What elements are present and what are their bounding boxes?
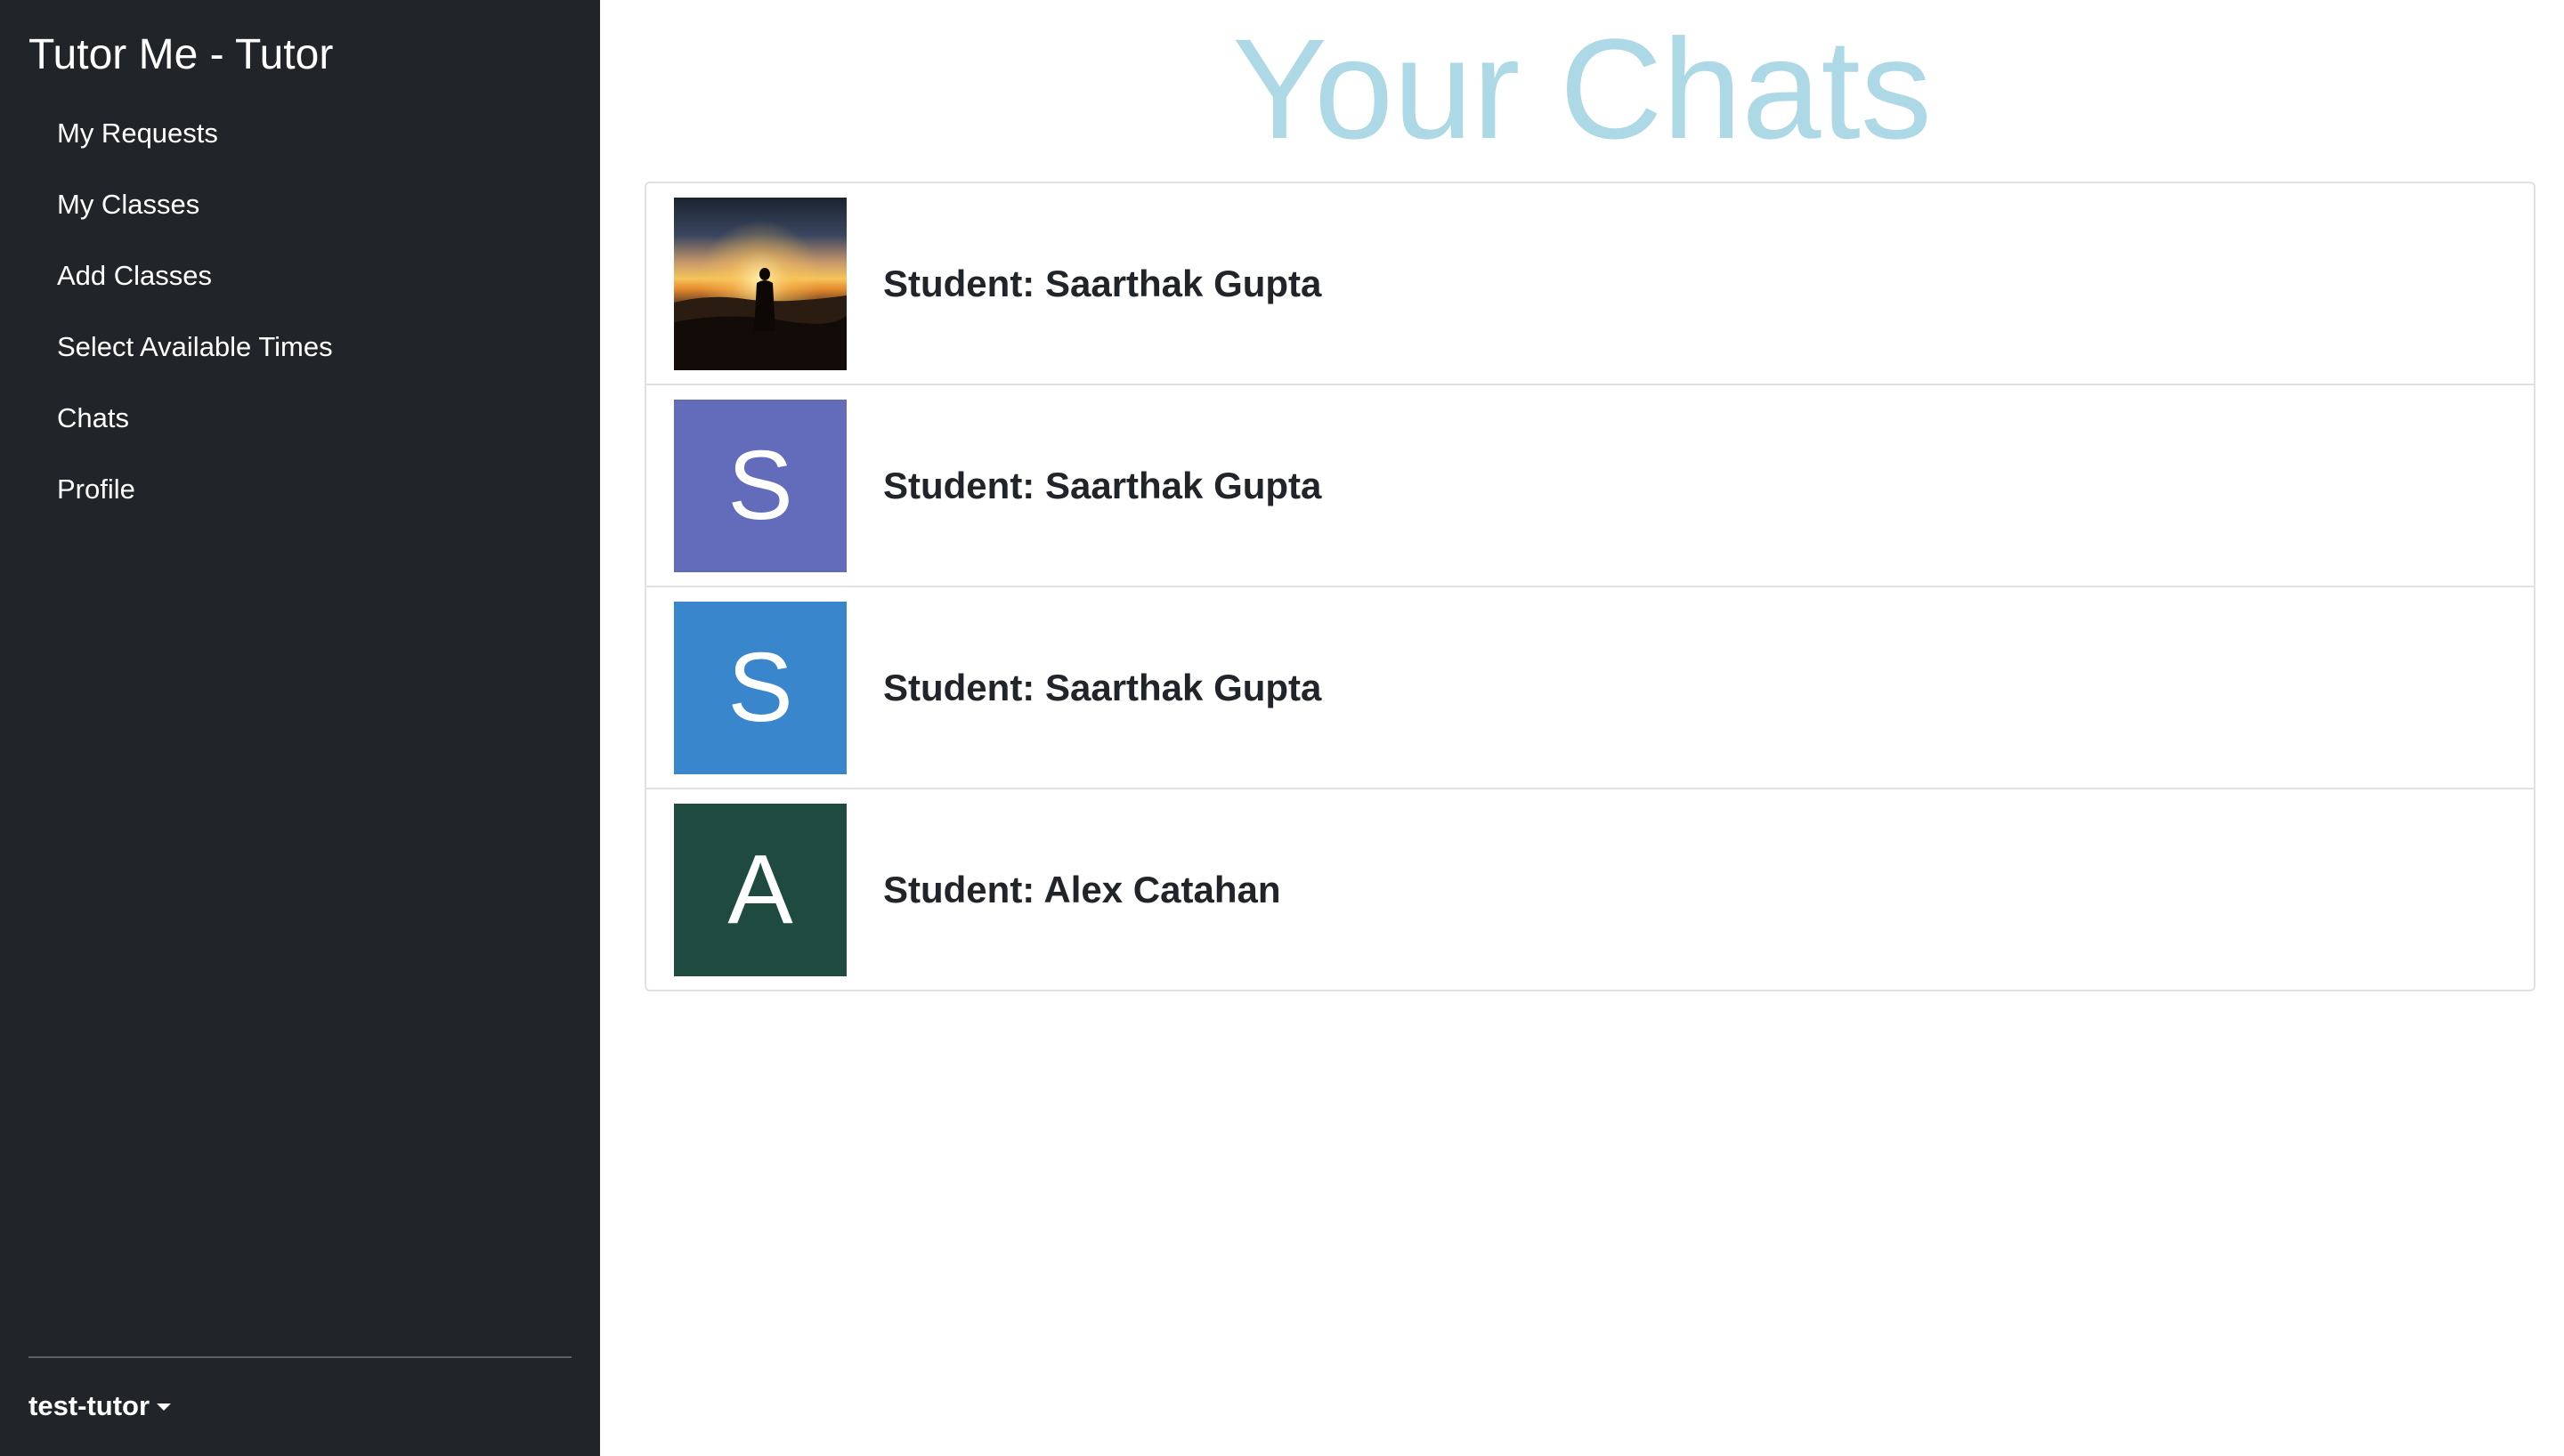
chat-list-item[interactable]: S Student: Saarthak Gupta [646,587,2534,789]
sidebar-item-add-classes[interactable]: Add Classes [28,240,572,311]
main-content: Your Chats Student: Saarthak Gupta S Stu… [600,0,2564,1456]
sunset-silhouette-photo-avatar [674,197,847,370]
sidebar-item-my-classes[interactable]: My Classes [28,169,572,240]
chat-student-name: Student: Alex Catahan [883,868,1281,910]
username-label: test-tutor [28,1390,150,1421]
chat-student-name: Student: Saarthak Gupta [883,262,1322,304]
sidebar-nav: My Requests My Classes Add Classes Selec… [28,98,572,525]
page-title: Your Chats [1232,9,1932,168]
sidebar: Tutor Me - Tutor My Requests My Classes … [0,0,600,1456]
avatar-initial: A [727,834,793,944]
chat-list-item[interactable]: S Student: Saarthak Gupta [646,385,2534,587]
sidebar-item-my-requests[interactable]: My Requests [28,98,572,169]
chat-list-item[interactable]: Student: Saarthak Gupta [646,183,2534,385]
chat-student-name: Student: Saarthak Gupta [883,464,1322,506]
sidebar-item-profile[interactable]: Profile [28,454,572,525]
user-menu-toggle[interactable]: test-tutor [28,1390,172,1422]
initial-avatar: A [674,803,847,976]
sidebar-item-chats[interactable]: Chats [28,383,572,454]
chat-list: Student: Saarthak Gupta S Student: Saart… [645,182,2536,991]
initial-avatar: S [674,399,847,572]
brand-title[interactable]: Tutor Me - Tutor [28,28,333,82]
chat-list-item[interactable]: A Student: Alex Catahan [646,789,2534,990]
sidebar-divider [28,1356,572,1358]
avatar-initial: S [727,430,793,540]
chat-student-name: Student: Saarthak Gupta [883,666,1322,708]
app-root: Tutor Me - Tutor My Requests My Classes … [0,0,2564,1456]
sunset-silhouette-icon [674,197,847,370]
avatar-initial: S [727,632,793,742]
sidebar-item-select-available-times[interactable]: Select Available Times [28,311,572,383]
initial-avatar: S [674,601,847,774]
caret-down-icon [157,1403,172,1411]
